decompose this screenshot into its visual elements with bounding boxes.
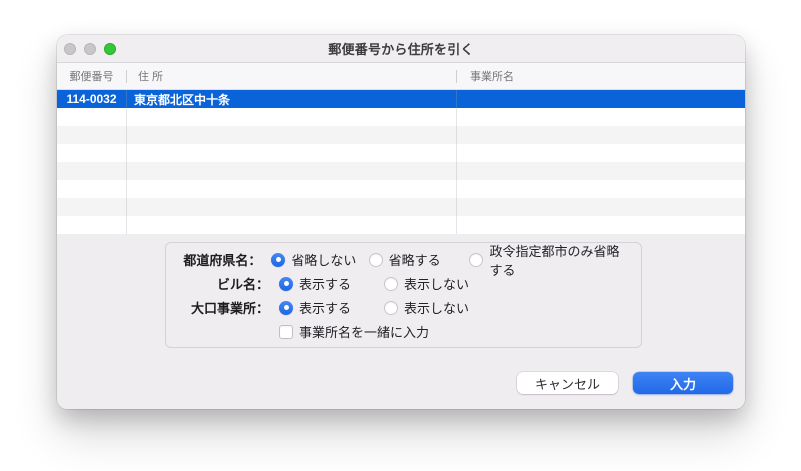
radio-label: 省略する bbox=[389, 250, 441, 269]
column-divider[interactable] bbox=[126, 70, 127, 83]
radio-prefecture-omit[interactable]: 省略する bbox=[369, 250, 460, 269]
options-panel: 都道府県名： 省略しない 省略する 政令指定都市のみ省略する ビル名： bbox=[57, 234, 745, 409]
radio-label: 表示する bbox=[299, 298, 351, 317]
radio-label: 表示しない bbox=[404, 274, 469, 293]
column-separator-line bbox=[126, 90, 127, 234]
large-office-option-row: 大口事業所： 表示する 表示しない bbox=[176, 298, 631, 317]
table-row[interactable]: 114-0032 東京都北区中十条 bbox=[57, 90, 745, 108]
radio-on-icon bbox=[271, 253, 285, 267]
checkbox-icon bbox=[279, 325, 293, 339]
cell-postal-code: 114-0032 bbox=[57, 92, 126, 106]
radio-prefecture-omit-designated-cities[interactable]: 政令指定都市のみ省略する bbox=[469, 241, 631, 279]
results-table: 郵便番号 住 所 事業所名 114-0032 東京都北区中十条 bbox=[57, 63, 745, 234]
column-header-address[interactable]: 住 所 bbox=[126, 68, 456, 84]
table-header-row: 郵便番号 住 所 事業所名 bbox=[57, 63, 745, 90]
radio-on-icon bbox=[279, 277, 293, 291]
zoom-icon[interactable] bbox=[104, 43, 116, 55]
radio-building-hide[interactable]: 表示しない bbox=[384, 274, 469, 293]
office-name-checkbox-row: 事業所名を一緒に入力 bbox=[176, 322, 631, 341]
radio-building-show[interactable]: 表示する bbox=[279, 274, 374, 293]
radio-label: 省略しない bbox=[291, 250, 356, 269]
radio-label: 政令指定都市のみ省略する bbox=[489, 241, 631, 279]
radio-label: 表示しない bbox=[404, 298, 469, 317]
table-row[interactable] bbox=[57, 126, 745, 144]
close-icon[interactable] bbox=[64, 43, 76, 55]
table-row[interactable] bbox=[57, 216, 745, 234]
table-row[interactable] bbox=[57, 108, 745, 126]
cell-address: 東京都北区中十条 bbox=[126, 91, 456, 108]
column-header-office-name[interactable]: 事業所名 bbox=[456, 68, 745, 84]
radio-label: 表示する bbox=[299, 274, 351, 293]
postal-lookup-dialog: 郵便番号から住所を引く 郵便番号 住 所 事業所名 114-0032 東京都北区… bbox=[57, 35, 745, 409]
cancel-button[interactable]: キャンセル bbox=[517, 372, 618, 394]
table-row[interactable] bbox=[57, 198, 745, 216]
radio-large-office-hide[interactable]: 表示しない bbox=[384, 298, 469, 317]
minimize-icon[interactable] bbox=[84, 43, 96, 55]
checkbox-enter-office-name[interactable]: 事業所名を一緒に入力 bbox=[279, 322, 429, 341]
table-row[interactable] bbox=[57, 180, 745, 198]
window-title: 郵便番号から住所を引く bbox=[328, 39, 473, 58]
submit-button[interactable]: 入力 bbox=[633, 372, 733, 394]
radio-off-icon bbox=[369, 253, 383, 267]
column-separator-line bbox=[456, 90, 457, 234]
traffic-lights bbox=[64, 43, 116, 55]
radio-on-icon bbox=[279, 301, 293, 315]
table-row[interactable] bbox=[57, 144, 745, 162]
prefecture-label: 都道府県名： bbox=[176, 250, 261, 269]
radio-prefecture-no-omit[interactable]: 省略しない bbox=[271, 250, 358, 269]
options-groupbox: 都道府県名： 省略しない 省略する 政令指定都市のみ省略する ビル名： bbox=[165, 242, 642, 348]
building-name-label: ビル名： bbox=[176, 274, 269, 293]
radio-off-icon bbox=[384, 301, 398, 315]
prefecture-option-row: 都道府県名： 省略しない 省略する 政令指定都市のみ省略する bbox=[176, 250, 631, 269]
building-name-option-row: ビル名： 表示する 表示しない bbox=[176, 274, 631, 293]
checkbox-label: 事業所名を一緒に入力 bbox=[299, 322, 429, 341]
radio-off-icon bbox=[384, 277, 398, 291]
radio-large-office-show[interactable]: 表示する bbox=[279, 298, 374, 317]
column-header-postal-code[interactable]: 郵便番号 bbox=[57, 68, 126, 84]
title-bar: 郵便番号から住所を引く bbox=[57, 35, 745, 63]
large-office-label: 大口事業所： bbox=[176, 298, 269, 317]
table-row[interactable] bbox=[57, 162, 745, 180]
column-divider[interactable] bbox=[456, 70, 457, 83]
radio-off-icon bbox=[469, 253, 483, 267]
action-buttons: キャンセル 入力 bbox=[517, 372, 733, 394]
